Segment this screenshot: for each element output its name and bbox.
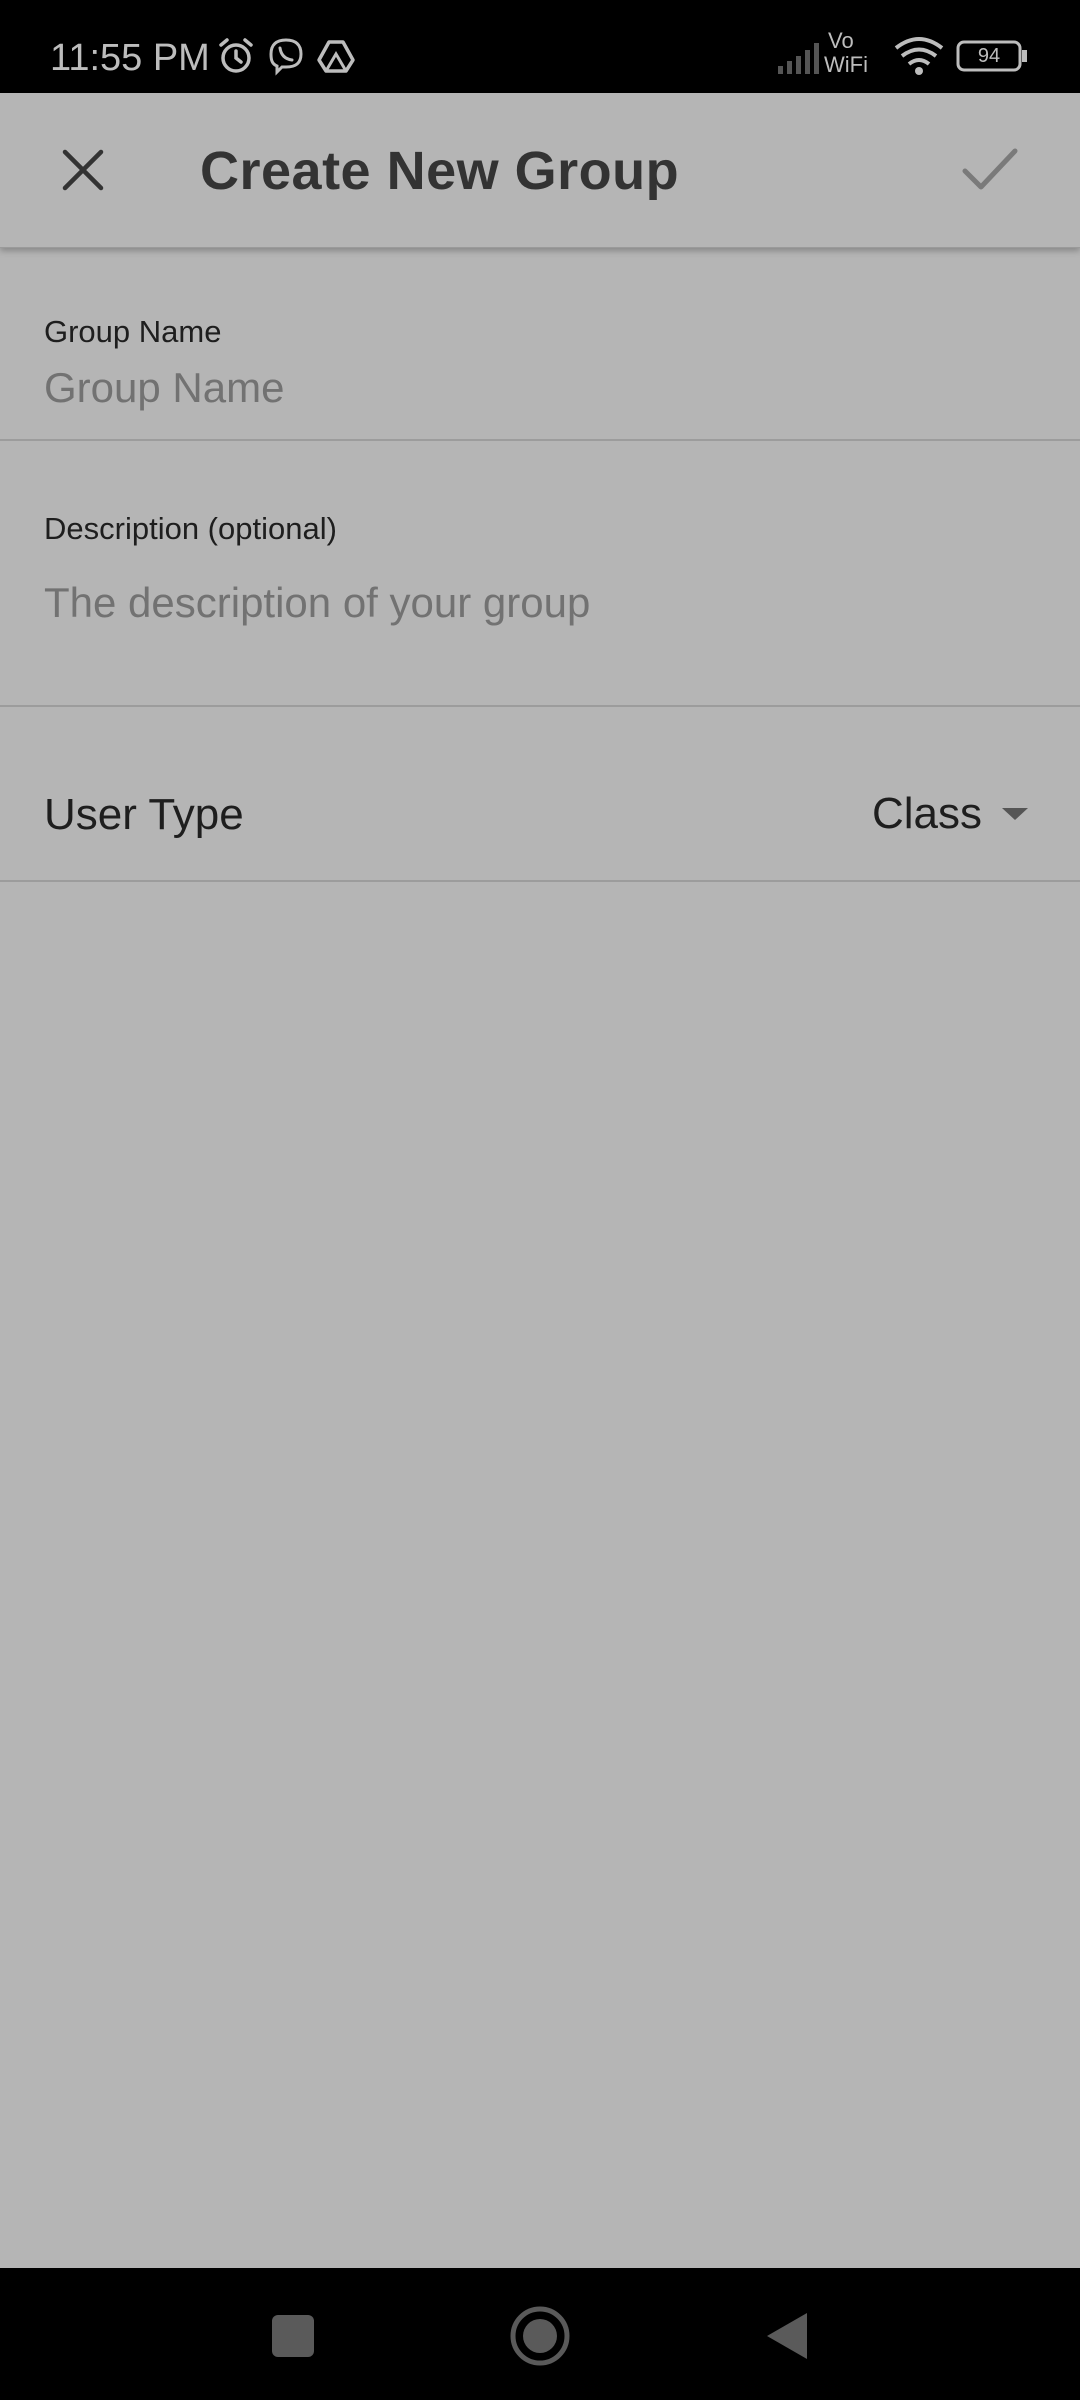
home-button[interactable]: [500, 2298, 580, 2374]
drive-icon: [316, 36, 356, 81]
group-name-input[interactable]: [44, 358, 1034, 418]
battery-level: 94: [977, 45, 1001, 67]
recents-square-icon: [272, 2315, 314, 2357]
group-name-label: Group Name: [44, 314, 222, 349]
home-circle-icon: [510, 2306, 570, 2366]
page-title: Create New Group: [200, 141, 680, 201]
confirm-button[interactable]: [952, 135, 1028, 205]
user-type-selected: Class: [871, 789, 982, 838]
user-type-dropdown[interactable]: Class: [872, 784, 1030, 844]
status-time: 11:55 PM: [50, 37, 210, 79]
status-bar: 11:55 PM Vo WiFi 94: [0, 0, 1080, 93]
network-label-bottom: WiFi: [824, 52, 868, 77]
back-button[interactable]: [746, 2298, 826, 2374]
check-icon: [962, 148, 1018, 190]
description-divider: [0, 705, 1080, 707]
description-field: Description (optional): [0, 441, 1080, 706]
user-type-label: User Type: [44, 790, 244, 839]
status-right-icons: Vo WiFi 94: [778, 30, 1028, 80]
description-label: Description (optional): [44, 511, 337, 546]
user-type-divider: [0, 880, 1080, 882]
navigation-bar: [0, 2268, 1080, 2400]
close-button[interactable]: [48, 135, 118, 205]
app-bar: Create New Group: [0, 93, 1080, 248]
close-icon: [62, 149, 104, 191]
user-type-row: User Type Class: [0, 708, 1080, 880]
group-name-field: Group Name: [0, 248, 1080, 440]
network-label-top: Vo: [828, 28, 854, 53]
alarm-icon: [216, 36, 256, 81]
viber-icon: [266, 36, 306, 81]
dropdown-arrow-icon: [1002, 808, 1028, 820]
back-triangle-icon: [767, 2313, 807, 2359]
recents-button[interactable]: [253, 2298, 333, 2374]
description-input[interactable]: [44, 571, 1034, 635]
